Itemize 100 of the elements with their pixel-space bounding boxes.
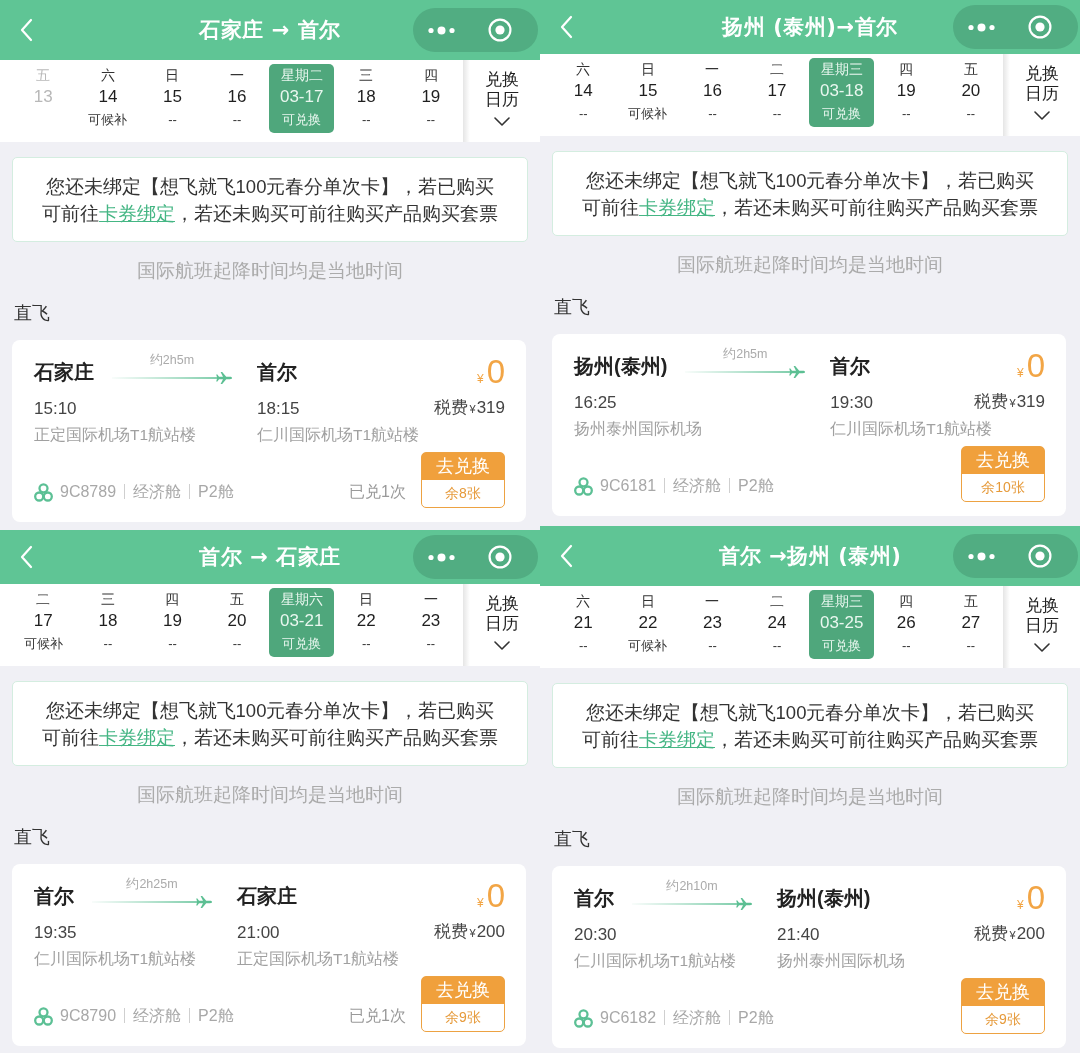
date-tab[interactable]: 日 15 -- (140, 64, 205, 133)
section-label: 直飞 (14, 826, 50, 849)
section-label: 直飞 (554, 296, 590, 319)
flight-number: 9C8790 (60, 1006, 117, 1026)
more-icon[interactable] (968, 22, 995, 32)
departure-time: 20:30 (574, 925, 617, 945)
notice-text: 您还未绑定【想飞就飞100元春分单次卡】，若已购买可前往卡券绑定，若还未购买可前往购买产品购买套票 (581, 700, 1039, 752)
chevron-down-icon (1033, 111, 1050, 120)
date-tab[interactable]: 一 16 -- (204, 64, 270, 133)
price: ¥0 (1016, 882, 1045, 914)
tax-fee: 税费¥319 (973, 392, 1045, 413)
departure-city: 首尔 (574, 886, 614, 911)
date-tab[interactable]: 五 20 -- (938, 58, 1004, 127)
flight-number: 9C6181 (600, 476, 657, 496)
notice-text: 您还未绑定【想飞就飞100元春分单次卡】，若已购买可前往卡券绑定，若还未购买可前往购买产品购买套票 (581, 168, 1039, 220)
departure-airport: 正定国际机场T1航站楼 (34, 425, 197, 445)
section-label: 直飞 (554, 828, 590, 851)
notice-text: 您还未绑定【想飞就飞100元春分单次卡】，若已购买可前往卡券绑定，若还未购买可前往购买产品购买套票 (41, 174, 499, 226)
arrival-city: 扬州(泰州) (777, 886, 871, 911)
page-title: 首尔 → 石家庄 (199, 544, 341, 571)
trefoil-logo-icon (34, 1007, 53, 1026)
notice-text: 您还未绑定【想飞就飞100元春分单次卡】，若已购买可前往卡券绑定，若还未购买可前往购买产品购买套票 (41, 698, 499, 750)
arrival-airport: 扬州泰州国际机场 (777, 951, 905, 971)
departure-time: 16:25 (574, 393, 617, 413)
flight-duration: 约2h5m (723, 347, 768, 361)
flight-number: 9C6182 (600, 1008, 657, 1028)
redeemed-count: 已兑1次 (349, 1006, 406, 1026)
flight-duration: 约2h25m (126, 877, 178, 891)
date-tab[interactable]: 二 17 -- (744, 58, 810, 127)
date-tab[interactable]: 日 15 可候补 (615, 58, 681, 127)
page-title: 扬州 (泰州)→首尔 (722, 14, 898, 41)
flight-duration: 约2h5m (149, 353, 195, 367)
price: ¥0 (476, 356, 505, 388)
target-icon[interactable] (488, 545, 512, 569)
date-tab[interactable]: 二 17 可候补 (11, 588, 76, 657)
cabin-class: 经济舱 (673, 1008, 722, 1028)
arrival-time: 18:15 (257, 399, 300, 419)
date-tab[interactable]: 日 22 -- (333, 588, 399, 657)
arrival-city: 石家庄 (237, 884, 297, 909)
date-tab[interactable]: 四 19 -- (398, 64, 464, 133)
date-tab[interactable]: 六 14 -- (551, 58, 616, 127)
price: ¥0 (1016, 350, 1045, 382)
more-icon[interactable] (428, 25, 455, 35)
back-icon[interactable] (20, 545, 33, 569)
trefoil-logo-icon (574, 1009, 593, 1028)
fare-class: P2舱 (738, 476, 774, 496)
target-icon[interactable] (1028, 544, 1052, 568)
date-tab[interactable]: 五 20 -- (204, 588, 270, 657)
timezone-note: 国际航班起降时间均是当地时间 (137, 783, 403, 807)
cabin-class: 经济舱 (673, 476, 722, 496)
tax-fee: 税费¥200 (433, 922, 505, 943)
date-tab[interactable]: 一 23 -- (680, 590, 745, 659)
departure-city: 扬州(泰州) (574, 354, 668, 379)
arrival-city: 首尔 (257, 360, 297, 385)
tax-fee: 税费¥319 (433, 398, 505, 419)
chevron-down-icon (493, 117, 510, 126)
page-title: 石家庄 → 首尔 (199, 17, 341, 44)
back-icon[interactable] (560, 15, 573, 39)
departure-city: 首尔 (34, 884, 74, 909)
date-tab[interactable]: 五 27 -- (938, 590, 1004, 659)
tax-fee: 税费¥200 (973, 924, 1045, 945)
target-icon[interactable] (1028, 15, 1052, 39)
date-tab[interactable]: 日 22 可候补 (615, 590, 681, 659)
date-tab[interactable]: 四 19 -- (140, 588, 205, 657)
departure-time: 19:35 (34, 923, 77, 943)
timezone-note: 国际航班起降时间均是当地时间 (677, 785, 943, 809)
back-icon[interactable] (560, 544, 573, 568)
fare-class: P2舱 (198, 1006, 234, 1026)
timezone-note: 国际航班起降时间均是当地时间 (137, 259, 403, 283)
trefoil-logo-icon (34, 483, 53, 502)
departure-airport: 仁川国际机场T1航站楼 (34, 949, 197, 969)
date-tab[interactable]: 三 18 -- (333, 64, 399, 133)
page-title: 首尔 →扬州 (泰州) (718, 543, 902, 570)
back-icon[interactable] (20, 18, 33, 42)
date-tab[interactable]: 三 18 -- (75, 588, 141, 657)
departure-airport: 仁川国际机场T1航站楼 (574, 951, 737, 971)
target-icon[interactable] (488, 18, 512, 42)
arrival-time: 21:40 (777, 925, 820, 945)
cabin-class: 经济舱 (133, 1006, 182, 1026)
flight-number: 9C8789 (60, 482, 117, 502)
fare-class: P2舱 (198, 482, 234, 502)
price: ¥0 (476, 880, 505, 912)
date-tab[interactable]: 六 21 -- (551, 590, 616, 659)
arrival-city: 首尔 (830, 354, 871, 379)
date-tab[interactable]: 四 19 -- (873, 58, 939, 127)
date-tab[interactable]: 二 24 -- (744, 590, 810, 659)
redeemed-count: 已兑1次 (349, 482, 406, 502)
timezone-note: 国际航班起降时间均是当地时间 (677, 253, 943, 277)
date-tab[interactable]: 四 26 -- (873, 590, 939, 659)
trefoil-logo-icon (574, 477, 593, 496)
date-tab[interactable]: 六 14 可候补 (75, 64, 141, 133)
more-icon[interactable] (968, 551, 995, 561)
date-tab[interactable]: 一 23 -- (398, 588, 464, 657)
chevron-down-icon (493, 641, 510, 650)
more-icon[interactable] (428, 552, 455, 562)
arrival-airport: 正定国际机场T1航站楼 (237, 949, 400, 969)
date-tab[interactable]: 一 16 -- (680, 58, 745, 127)
departure-time: 15:10 (34, 399, 77, 419)
chevron-down-icon (1033, 643, 1050, 652)
cabin-class: 经济舱 (133, 482, 182, 502)
